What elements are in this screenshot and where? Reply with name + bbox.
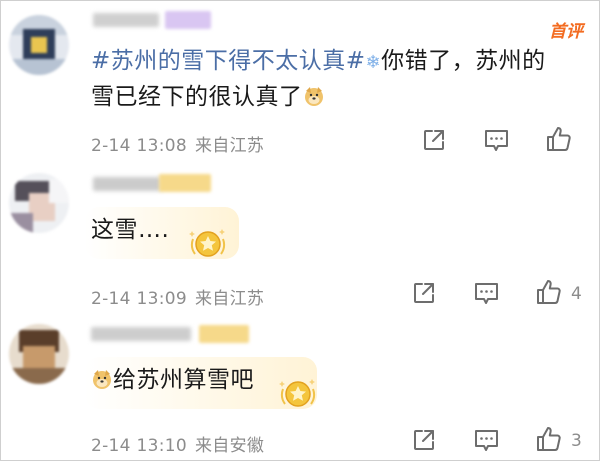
comment-location: 来自江苏 <box>194 289 265 309</box>
snowflake-icon: ❄ <box>365 52 382 73</box>
comment-list: 首评 #苏州的雪下得不太认真#❄你错了，苏州的 雪已经下的很认真了 2-14 1… <box>0 0 600 461</box>
doge-emoji-icon <box>93 370 111 389</box>
comment-location: 来自江苏 <box>194 136 265 156</box>
comment-text: 给苏州算雪吧 <box>91 363 254 398</box>
comment-icon[interactable] <box>474 282 499 305</box>
first-comment-tag: 首评 <box>549 22 583 42</box>
thumbs-up-icon[interactable] <box>536 426 562 452</box>
gold-medal-icon <box>189 229 226 257</box>
comment-text-part: 给苏州算雪吧 <box>113 367 254 393</box>
share-icon[interactable] <box>422 128 446 152</box>
like-count: 3 <box>571 431 582 451</box>
username-blurred[interactable] <box>93 13 159 27</box>
username-blurred[interactable] <box>91 327 191 341</box>
comment-time: 2-14 13:09 <box>91 289 187 309</box>
username-blurred[interactable] <box>93 177 161 191</box>
comment-text-part: 你错了，苏州的 <box>381 48 546 74</box>
comment-icon[interactable] <box>474 429 499 452</box>
comment-time: 2-14 13:08 <box>91 136 187 156</box>
avatar[interactable] <box>9 173 69 233</box>
user-badge-blurred <box>199 325 249 343</box>
comment-text: 这雪…. <box>91 217 170 243</box>
comment-time: 2-14 13:10 <box>91 436 187 456</box>
user-badge-blurred <box>165 11 211 29</box>
comment-location: 来自安徽 <box>194 436 265 456</box>
comment-text-line2: 雪已经下的很认真了 <box>91 84 303 110</box>
share-icon[interactable] <box>412 281 436 305</box>
gold-medal-icon <box>279 379 316 407</box>
user-badge-blurred <box>159 174 211 192</box>
thumbs-up-icon[interactable] <box>546 126 572 152</box>
comment-meta: 2-14 13:10 来自安徽 <box>91 431 264 456</box>
comment-text: #苏州的雪下得不太认真#❄你错了，苏州的 雪已经下的很认真了 <box>91 44 591 115</box>
comment-meta: 2-14 13:09 来自江苏 <box>91 284 264 309</box>
comment-icon[interactable] <box>484 129 509 152</box>
avatar[interactable] <box>9 324 69 384</box>
like-count: 4 <box>571 284 582 304</box>
thumbs-up-icon[interactable] <box>536 279 562 305</box>
doge-emoji-icon <box>304 87 323 106</box>
comment-meta: 2-14 13:08 来自江苏 <box>91 131 264 156</box>
share-icon[interactable] <box>412 428 436 452</box>
hashtag-link[interactable]: #苏州的雪下得不太认真# <box>91 48 366 74</box>
avatar[interactable] <box>9 15 69 75</box>
